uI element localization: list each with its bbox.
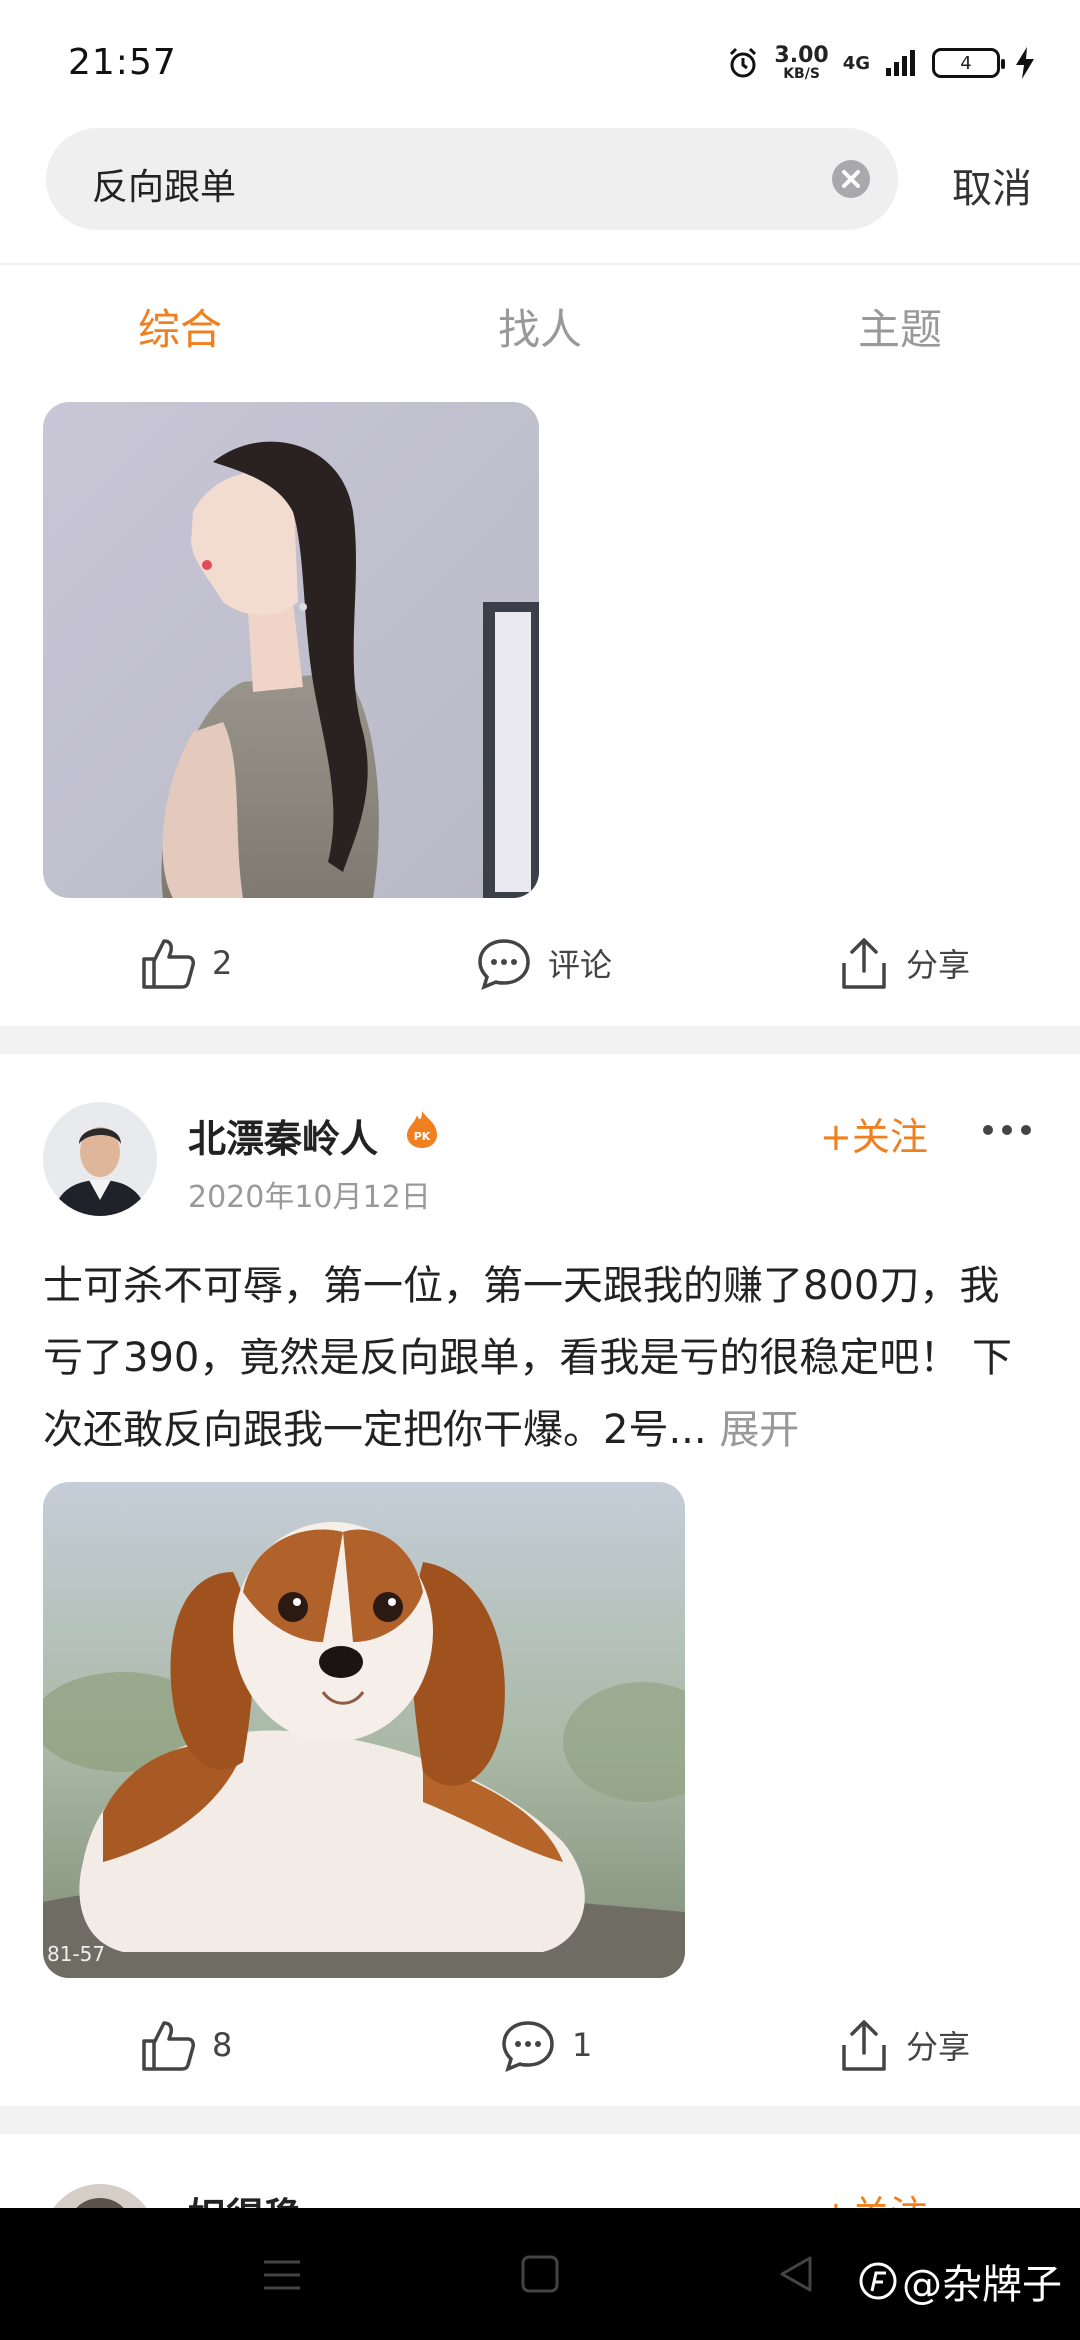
like-button[interactable]: 2 [140,918,232,1008]
search-query[interactable]: 反向跟单 [92,158,236,210]
search-row: 反向跟单 取消 [0,128,1080,232]
post-image[interactable] [43,402,539,898]
post-image[interactable]: 81-57 [43,1482,685,1978]
comment-label: 评论 [548,946,613,984]
watermark: @杂牌子 [858,2252,1062,2310]
platform-logo-icon [859,2262,897,2300]
close-icon [842,170,860,188]
portrait-image [43,402,539,898]
menu-icon[interactable] [262,2258,302,2292]
comment-icon [502,2021,554,2073]
clear-search-button[interactable] [832,160,870,198]
feed-separator [0,2106,1080,2134]
search-input[interactable]: 反向跟单 [46,128,898,230]
share-icon [842,938,886,989]
comment-button[interactable]: 评论 [476,918,612,1008]
image-caption: 81-57 [47,1942,106,1966]
svg-text:PK: PK [414,1130,431,1143]
tab-comprehensive[interactable]: 综合 [80,296,280,357]
like-count: 2 [212,944,233,982]
status-time: 21:57 [68,42,177,83]
status-bar: 21:57 3.00 KB/S 4G 4 [0,0,1080,120]
thumbs-up-icon [142,2021,195,2071]
cancel-button[interactable]: 取消 [952,156,1032,214]
tab-bar: 综合 找人 主题 [0,296,1080,366]
tab-topics[interactable]: 主题 [800,296,1000,357]
comment-button[interactable]: 1 [500,2000,592,2090]
follow-button[interactable]: +关注 [820,1106,928,1161]
like-count: 8 [212,2026,233,2064]
network-type: 4G [842,52,870,74]
thumbs-up-icon [142,939,195,989]
comment-count: 1 [572,2026,593,2064]
battery-icon: 4 [932,48,1005,78]
share-label: 分享 [906,946,971,984]
author-avatar-image [43,1102,157,1216]
feed-separator [0,1026,1080,1054]
home-icon[interactable] [520,2254,560,2294]
tab-people[interactable]: 找人 [440,296,640,357]
share-button[interactable]: 分享 [838,2000,970,2090]
post-body[interactable]: 士可杀不可辱，第一位，第一天跟我的赚了800刀，我亏了390，竟然是反向跟单，看… [43,1250,1033,1466]
status-icons: 3.00 KB/S 4G 4 [726,40,1036,86]
network-speed: 3.00 KB/S [774,43,829,82]
charging-bolt-icon [1016,47,1034,79]
back-icon[interactable] [776,2254,816,2294]
post1-actions: 2 评论 分享 [0,918,1080,1008]
share-label: 分享 [906,2028,971,2066]
battery-level: 4 [960,52,972,74]
signal-icon [886,50,915,76]
pk-badge-icon: PK [407,1111,437,1148]
watermark-text: @杂牌子 [902,2262,1062,2308]
dog-painting-image [43,1482,685,1978]
more-icon[interactable] [982,1124,1032,1136]
divider [0,263,1080,265]
avatar[interactable] [43,1102,157,1216]
alarm-icon [730,47,757,78]
post-date: 2020年10月12日 [188,1180,431,1215]
expand-link[interactable]: 展开 [719,1407,799,1453]
post2-actions: 8 1 分享 [0,2000,1080,2090]
share-button[interactable]: 分享 [838,918,970,1008]
comment-icon [478,939,530,991]
author-name[interactable]: 北漂秦岭人 [188,1108,378,1163]
post-text: 士可杀不可辱，第一位，第一天跟我的赚了800刀，我亏了390，竟然是反向跟单，看… [43,1263,1013,1453]
share-icon [842,2020,886,2071]
like-button[interactable]: 8 [140,2000,232,2090]
